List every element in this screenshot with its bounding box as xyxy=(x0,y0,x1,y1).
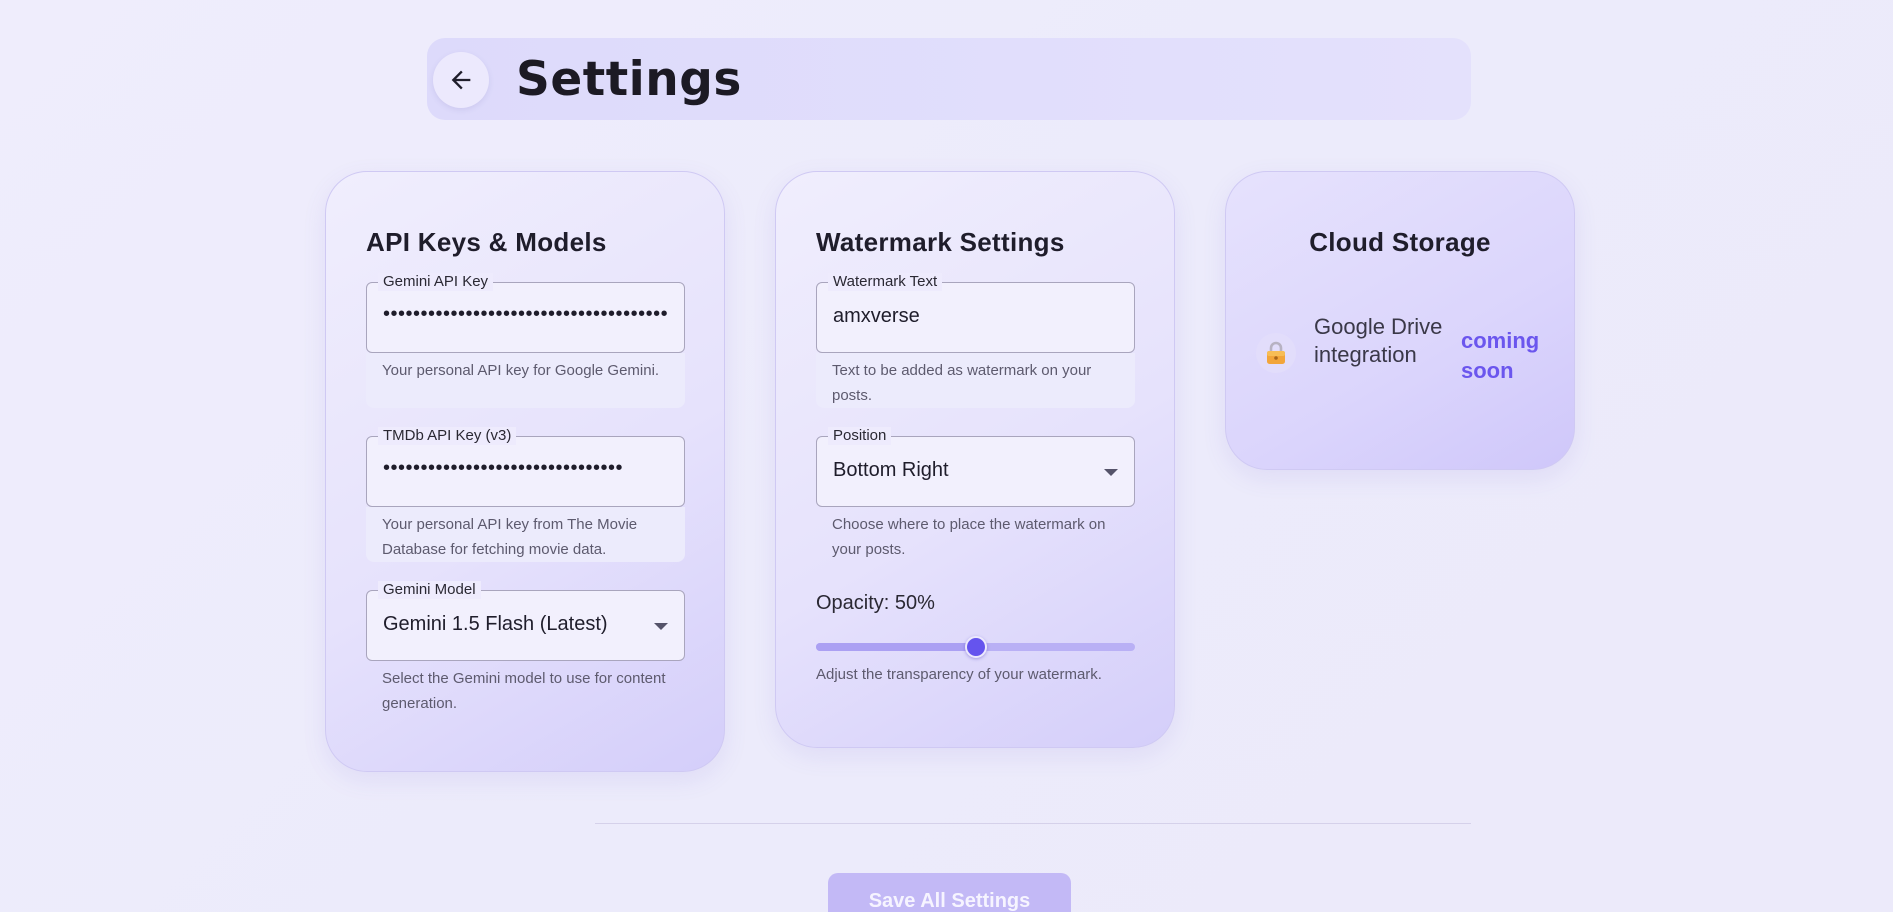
opacity-slider-thumb[interactable] xyxy=(964,636,987,658)
gemini-api-key-field[interactable]: Gemini API Key •••••••••••••••••••••••••… xyxy=(366,273,685,353)
api-keys-card: API Keys & Models Gemini API Key •••••••… xyxy=(325,171,725,772)
watermark-position-select[interactable]: Position Bottom Right xyxy=(816,427,1135,507)
settings-page: Settings API Keys & Models Gemini API Ke… xyxy=(0,0,1893,912)
back-button[interactable] xyxy=(433,52,489,108)
watermark-position-value: Bottom Right xyxy=(833,459,949,481)
settings-header: Settings xyxy=(427,38,1471,120)
watermark-text-helper: Text to be added as watermark on your po… xyxy=(816,353,1135,408)
watermark-position-label: Position xyxy=(828,427,892,445)
gemini-api-key-label: Gemini API Key xyxy=(378,273,494,291)
opacity-label: Opacity: 50% xyxy=(816,592,935,614)
watermark-text-label: Watermark Text xyxy=(828,273,943,291)
watermark-text-field[interactable]: Watermark Text amxverse xyxy=(816,273,1135,353)
gemini-model-select[interactable]: Gemini Model Gemini 1.5 Flash (Latest) xyxy=(366,581,685,661)
chevron-down-icon[interactable] xyxy=(654,623,668,630)
cloud-storage-title: Cloud Storage xyxy=(1309,227,1491,257)
tmdb-api-key-helper: Your personal API key from The Movie Dat… xyxy=(366,507,685,562)
watermark-settings-title: Watermark Settings xyxy=(816,227,1065,257)
watermark-settings-card: Watermark Settings Watermark Text amxver… xyxy=(775,171,1175,748)
watermark-text-input[interactable]: amxverse xyxy=(833,305,1120,328)
coming-soon-badge: coming soon xyxy=(1461,328,1540,383)
arrow-left-icon xyxy=(451,70,471,90)
gemini-model-label: Gemini Model xyxy=(378,581,481,599)
lock-icon xyxy=(1267,341,1285,364)
opacity-helper: Adjust the transparency of your watermar… xyxy=(816,666,1102,683)
page-title: Settings xyxy=(516,52,742,107)
gemini-model-helper: Select the Gemini model to use for conte… xyxy=(382,670,666,712)
lock-icon-wrapper xyxy=(1256,333,1296,373)
tmdb-api-key-field[interactable]: TMDb API Key (v3) ••••••••••••••••••••••… xyxy=(366,427,685,507)
watermark-position-helper: Choose where to place the watermark on y… xyxy=(832,516,1106,558)
cloud-storage-card: Cloud Storage Google Drive integration c… xyxy=(1225,171,1575,470)
tmdb-api-key-label: TMDb API Key (v3) xyxy=(378,427,517,445)
opacity-slider[interactable] xyxy=(816,636,1135,658)
save-all-settings-button[interactable]: Save All Settings xyxy=(828,873,1071,912)
api-keys-title: API Keys & Models xyxy=(366,227,607,257)
gemini-api-key-input[interactable]: •••••••••••••••••••••••••••••••••••••• xyxy=(383,303,670,326)
gemini-model-value: Gemini 1.5 Flash (Latest) xyxy=(383,613,608,635)
section-divider xyxy=(595,823,1471,824)
chevron-down-icon[interactable] xyxy=(1104,469,1118,476)
google-drive-integration-text: Google Drive integration xyxy=(1314,314,1443,367)
opacity-slider-fill xyxy=(816,643,976,651)
tmdb-api-key-input[interactable]: •••••••••••••••••••••••••••••••• xyxy=(383,457,670,480)
gemini-api-key-helper: Your personal API key for Google Gemini. xyxy=(366,353,685,408)
